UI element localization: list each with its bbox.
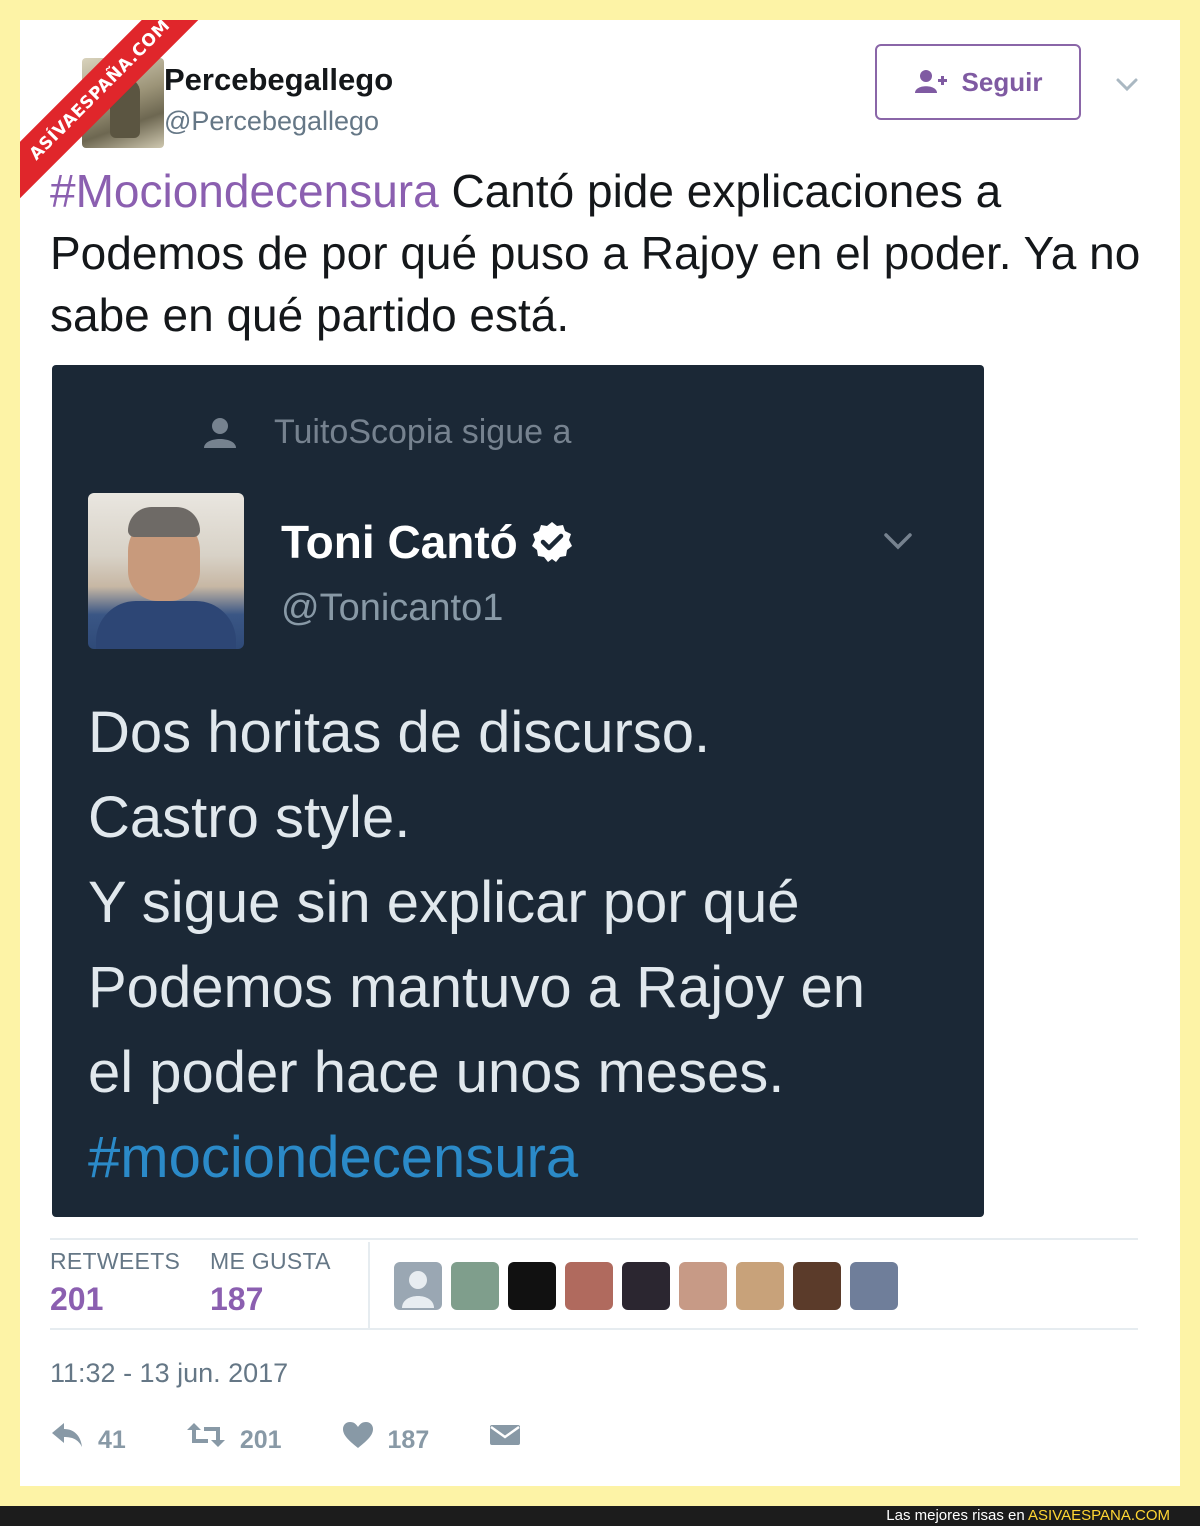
divider bbox=[50, 1238, 1138, 1240]
reply-button[interactable]: 41 bbox=[50, 1414, 126, 1455]
follow-button[interactable]: Seguir bbox=[875, 44, 1081, 120]
default-avatar-icon[interactable] bbox=[394, 1262, 442, 1310]
liker-avatar[interactable] bbox=[565, 1262, 613, 1310]
liker-avatar[interactable] bbox=[850, 1262, 898, 1310]
tweet-card: ASÍVAESPAÑA.COM Percebegallego @Percebeg… bbox=[20, 20, 1180, 1486]
heart-icon bbox=[342, 1421, 373, 1448]
tweet-actions: 41 201 187 bbox=[50, 1414, 581, 1455]
retweet-count: 201 bbox=[239, 1426, 282, 1454]
embedded-author-name: Toni Cantó bbox=[281, 515, 574, 569]
avatar-body bbox=[96, 601, 236, 649]
liker-avatar[interactable] bbox=[679, 1262, 727, 1310]
embedded-text-line: Dos horitas de discurso. bbox=[88, 700, 711, 765]
retweet-button[interactable]: 201 bbox=[186, 1414, 282, 1455]
embedded-author-avatar bbox=[88, 493, 244, 649]
embedded-author-handle: @Tonicanto1 bbox=[281, 587, 504, 629]
stats-divider bbox=[368, 1242, 370, 1328]
tweet-hashtag-link[interactable]: #Mociondecensura bbox=[50, 165, 439, 217]
liker-avatar[interactable] bbox=[736, 1262, 784, 1310]
likes-stat[interactable]: ME GUSTA 187 bbox=[210, 1248, 331, 1318]
retweets-label: RETWEETS bbox=[50, 1248, 181, 1274]
likes-value: 187 bbox=[210, 1281, 264, 1317]
site-footer: Las mejores risas en ASIVAESPANA.COM bbox=[0, 1506, 1200, 1526]
embedded-hashtag: #mociondecensura bbox=[88, 1125, 579, 1190]
likers-avatars bbox=[394, 1262, 898, 1310]
footer-site-link[interactable]: ASIVAESPANA.COM bbox=[1028, 1507, 1170, 1524]
like-button[interactable]: 187 bbox=[342, 1414, 430, 1455]
add-user-icon bbox=[914, 70, 947, 93]
likes-label: ME GUSTA bbox=[210, 1248, 331, 1274]
retweets-value: 201 bbox=[50, 1281, 104, 1317]
follow-button-label: Seguir bbox=[961, 66, 1043, 97]
reply-icon bbox=[52, 1422, 82, 1447]
retweet-icon bbox=[186, 1422, 225, 1447]
user-handle[interactable]: @Percebegallego bbox=[164, 106, 379, 137]
footer-prefix: Las mejores risas en bbox=[886, 1507, 1029, 1524]
embedded-tweet-text: Dos horitas de discurso. Castro style. Y… bbox=[88, 690, 968, 1200]
tweet-timestamp[interactable]: 11:32 - 13 jun. 2017 bbox=[50, 1358, 288, 1389]
liker-avatar[interactable] bbox=[793, 1262, 841, 1310]
user-name[interactable]: Percebegallego bbox=[164, 62, 393, 98]
person-icon bbox=[204, 417, 236, 448]
embedded-text-line: Y sigue sin explicar por qué bbox=[88, 870, 800, 935]
liker-avatar[interactable] bbox=[622, 1262, 670, 1310]
chevron-down-icon bbox=[884, 533, 912, 550]
liker-avatar[interactable] bbox=[508, 1262, 556, 1310]
direct-message-button[interactable] bbox=[489, 1422, 521, 1448]
embedded-author-name-text: Toni Cantó bbox=[281, 516, 518, 568]
follows-context: TuitoScopia sigue a bbox=[202, 413, 571, 452]
follows-context-text: TuitoScopia sigue a bbox=[274, 413, 572, 451]
verified-badge-icon bbox=[531, 522, 572, 562]
embedded-text-line: el poder hace unos meses. bbox=[88, 1040, 785, 1105]
avatar-hair bbox=[128, 507, 200, 537]
embedded-text-line: Podemos mantuvo a Rajoy en bbox=[88, 955, 865, 1020]
like-count: 187 bbox=[387, 1426, 430, 1454]
divider bbox=[50, 1328, 1138, 1330]
retweets-stat[interactable]: RETWEETS 201 bbox=[50, 1248, 180, 1318]
chevron-down-icon[interactable] bbox=[1113, 70, 1141, 98]
tweet-text: #Mociondecensura Cantó pide explicacione… bbox=[50, 160, 1150, 346]
liker-avatar[interactable] bbox=[451, 1262, 499, 1310]
embedded-screenshot[interactable]: TuitoScopia sigue a Toni Cantó @Tonicant… bbox=[52, 365, 984, 1217]
reply-count: 41 bbox=[98, 1426, 126, 1454]
envelope-icon bbox=[490, 1424, 521, 1445]
embedded-text-line: Castro style. bbox=[88, 785, 411, 850]
